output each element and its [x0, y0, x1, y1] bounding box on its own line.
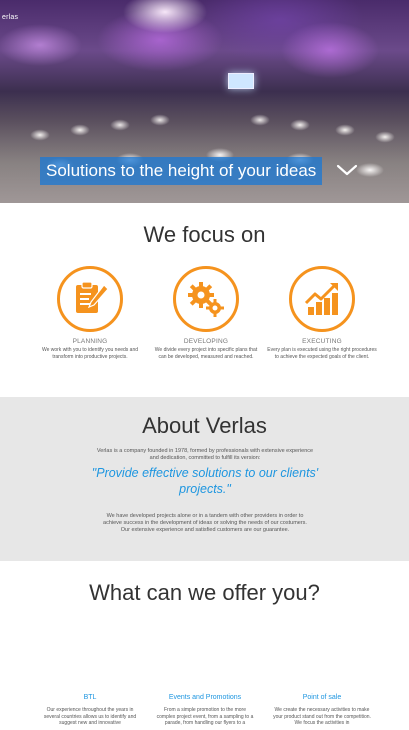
about-detail-text: We have developed projects alone or in a…	[103, 513, 307, 534]
about-title: About Verlas	[142, 413, 267, 438]
hero-image-stage-screen	[228, 73, 254, 89]
about-intro-text: Verlas is a company founded in 1978, for…	[96, 448, 314, 461]
focus-item-name: PLANNING	[72, 338, 108, 345]
hero-tagline: Solutions to the height of your ideas	[40, 157, 323, 185]
focus-section-title: We focus on	[143, 222, 266, 247]
focus-item-desc: Every plan is executed using the right p…	[267, 347, 377, 360]
offer-item-events: Events and Promotions From a simple prom…	[155, 694, 255, 727]
offer-item-btl: BTL Our experience throughout the years …	[40, 694, 140, 727]
hero-image-floor	[0, 95, 409, 203]
clipboard-pencil-icon	[57, 266, 123, 332]
offer-item-name[interactable]: BTL	[40, 694, 140, 701]
focus-item-name: DEVELOPING	[183, 338, 229, 345]
bar-chart-growth-icon	[289, 266, 355, 332]
offer-item-desc: Our experience throughout the years in s…	[43, 707, 137, 726]
about-quote: "Provide effective solutions to our clie…	[91, 466, 319, 496]
focus-item-developing: DEVELOPING We divide every project into …	[151, 266, 261, 360]
about-section: About Verlas Verlas is a company founded…	[0, 397, 409, 561]
offer-item-name[interactable]: Events and Promotions	[155, 694, 255, 701]
offer-item-desc: From a simple promotion to the more comp…	[156, 707, 254, 726]
offer-section-title: What can we offer you?	[89, 580, 320, 605]
gears-icon	[173, 266, 239, 332]
hero-banner: erlas Solutions to the height of your id…	[0, 0, 409, 203]
focus-item-desc: We divide every project into specific pl…	[154, 347, 258, 360]
offer-item-point-of-sale: Point of sale We create the necessary ac…	[272, 694, 372, 727]
focus-item-name: EXECUTING	[302, 338, 342, 345]
chevron-down-icon[interactable]	[336, 162, 358, 178]
site-logo[interactable]: erlas	[2, 14, 18, 21]
offer-item-desc: We create the necessary activities to ma…	[273, 707, 371, 726]
focus-item-planning: PLANNING We work with you to identify yo…	[35, 266, 145, 360]
focus-item-executing: EXECUTING Every plan is executed using t…	[267, 266, 377, 360]
offer-item-name[interactable]: Point of sale	[272, 694, 372, 701]
focus-item-desc: We work with you to identify you needs a…	[41, 347, 139, 360]
